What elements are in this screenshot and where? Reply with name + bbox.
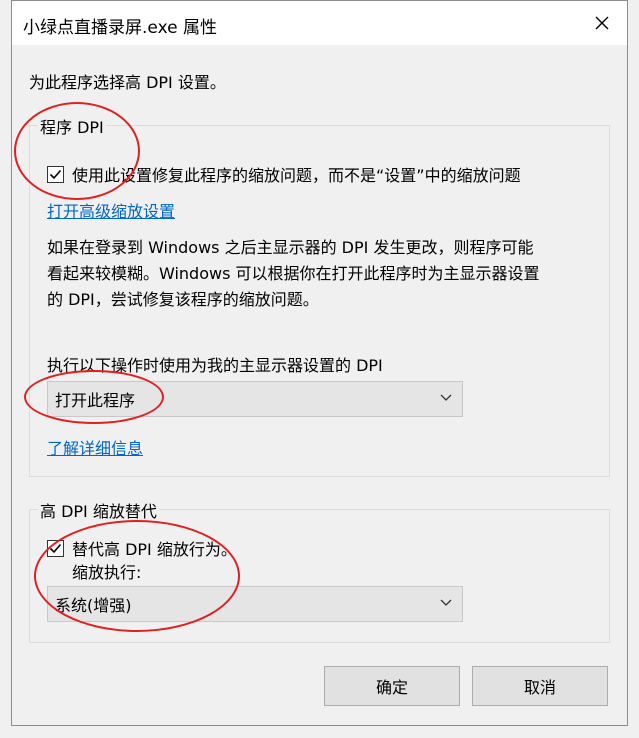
override-group: 高 DPI 缩放替代 替代高 DPI 缩放行为。 缩放执行: 系统(增强) — [29, 498, 610, 643]
fix-scaling-option[interactable]: 使用此设置修复此程序的缩放问题，而不是“设置”中的缩放问题 — [47, 162, 521, 186]
fix-scaling-label: 使用此设置修复此程序的缩放问题，而不是“设置”中的缩放问题 — [72, 166, 521, 185]
description-line: 看起来较模糊。Windows 可以根据你在打开此程序时为主显示器设置 — [47, 264, 540, 283]
ok-button[interactable]: 确定 — [324, 666, 460, 706]
override-label: 替代高 DPI 缩放行为。 — [72, 540, 237, 559]
chevron-down-icon — [440, 599, 452, 606]
dpi-timing-value: 打开此程序 — [55, 391, 136, 410]
dpi-select-label: 执行以下操作时使用为我的主显示器设置的 DPI — [47, 356, 383, 375]
description-line: 的 DPI，尝试修复该程序的缩放问题。 — [47, 290, 319, 309]
intro-text: 为此程序选择高 DPI 设置。 — [29, 73, 226, 92]
cancel-button[interactable]: 取消 — [472, 666, 608, 706]
override-checkbox[interactable] — [47, 539, 64, 557]
close-icon — [595, 16, 609, 30]
override-option[interactable]: 替代高 DPI 缩放行为。 — [47, 536, 237, 560]
program-dpi-group: 程序 DPI 使用此设置修复此程序的缩放问题，而不是“设置”中的缩放问题 打开高… — [29, 114, 610, 477]
program-dpi-legend: 程序 DPI — [38, 114, 106, 138]
dpi-timing-select[interactable]: 打开此程序 — [47, 381, 463, 417]
override-legend: 高 DPI 缩放替代 — [38, 498, 159, 522]
window-title: 小绿点直播录屏.exe 属性 — [23, 18, 217, 38]
advanced-scaling-link[interactable]: 打开高级缩放设置 — [47, 198, 175, 222]
checkmark-icon — [49, 169, 62, 179]
fix-scaling-checkbox[interactable] — [47, 165, 64, 183]
checkmark-icon — [49, 543, 62, 553]
dialog-body: 为此程序选择高 DPI 设置。 程序 DPI 使用此设置修复此程序的缩放问题，而… — [12, 45, 627, 725]
dpi-description: 如果在登录到 Windows 之后主显示器的 DPI 发生更改，则程序可能 看起… — [47, 235, 607, 313]
title-bar: 小绿点直播录屏.exe 属性 — [12, 1, 627, 45]
description-line: 如果在登录到 Windows 之后主显示器的 DPI 发生更改，则程序可能 — [47, 238, 534, 257]
properties-dialog: 小绿点直播录屏.exe 属性 为此程序选择高 DPI 设置。 程序 DPI 使用… — [11, 0, 628, 726]
learn-more-link[interactable]: 了解详细信息 — [47, 435, 143, 459]
close-button[interactable] — [585, 7, 619, 39]
scaling-performed-label: 缩放执行: — [72, 563, 142, 582]
scaling-mode-value: 系统(增强) — [55, 596, 132, 615]
chevron-down-icon — [440, 394, 452, 401]
scaling-mode-select[interactable]: 系统(增强) — [47, 586, 463, 622]
